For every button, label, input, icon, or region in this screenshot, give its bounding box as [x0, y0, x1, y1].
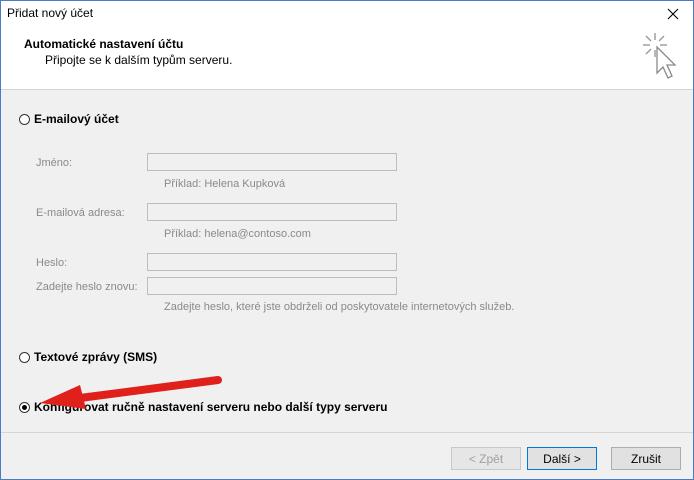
- close-icon: [667, 8, 679, 19]
- back-button[interactable]: < Zpět: [451, 447, 521, 470]
- sms-radio[interactable]: [19, 351, 30, 363]
- password-label: Heslo:: [36, 257, 68, 269]
- next-button[interactable]: Další >: [527, 447, 597, 470]
- cancel-button[interactable]: Zrušit: [611, 447, 681, 470]
- sms-option[interactable]: Textové zprávy (SMS): [19, 350, 157, 364]
- sms-label: Textové zprávy (SMS): [34, 350, 158, 364]
- name-hint: Příklad: Helena Kupková: [164, 178, 286, 190]
- email-field[interactable]: [147, 203, 397, 221]
- manual-config-label: Konfigurovat ručně nastavení serveru neb…: [34, 400, 388, 414]
- email-account-radio[interactable]: [19, 113, 30, 125]
- name-label: Jméno:: [36, 157, 73, 169]
- password-repeat-label: Zadejte heslo znovu:: [36, 281, 138, 293]
- email-account-label: E-mailový účet: [34, 112, 119, 126]
- title-bar: Přidat nový účet: [1, 1, 693, 26]
- password-hint: Zadejte heslo, které jste obdrželi od po…: [164, 301, 515, 313]
- name-field[interactable]: [147, 153, 397, 171]
- footer-divider: [1, 432, 693, 433]
- email-hint: Příklad: helena@contoso.com: [164, 228, 311, 240]
- email-account-option[interactable]: E-mailový účet: [19, 112, 119, 126]
- header-subtitle: Připojte se k dalším typům serveru.: [45, 53, 233, 67]
- email-label: E-mailová adresa:: [36, 207, 125, 219]
- close-button[interactable]: [653, 1, 693, 26]
- manual-config-option[interactable]: Konfigurovat ručně nastavení serveru neb…: [19, 400, 387, 414]
- window-title: Přidat nový účet: [7, 6, 94, 20]
- manual-config-radio[interactable]: [19, 401, 30, 413]
- wizard-header: Automatické nastavení účtu Připojte se k…: [1, 26, 693, 90]
- add-account-dialog: Přidat nový účet Automatické nastavení ú…: [0, 0, 694, 480]
- cursor-sparkle-icon: [643, 33, 677, 79]
- password-field[interactable]: [147, 253, 397, 271]
- header-title: Automatické nastavení účtu: [24, 37, 184, 51]
- password-repeat-field[interactable]: [147, 277, 397, 295]
